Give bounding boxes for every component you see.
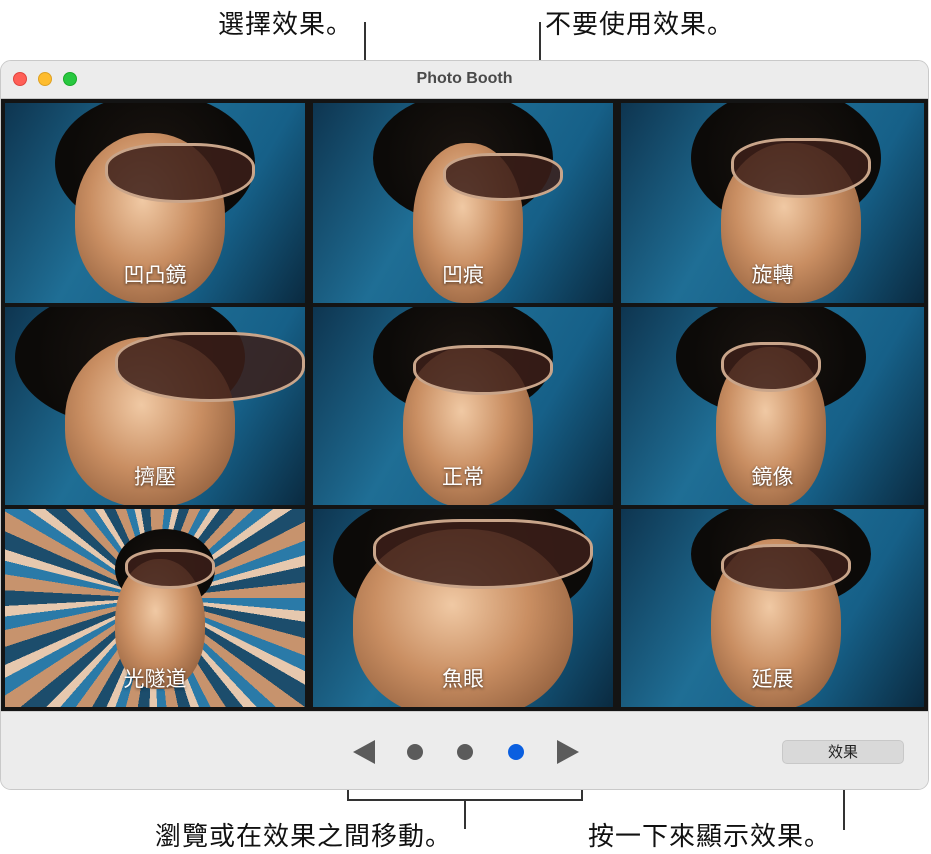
effect-label: 光隧道 (123, 667, 187, 691)
window-title: Photo Booth (416, 70, 513, 87)
callout-click-show: 按一下來顯示效果。 (588, 822, 832, 852)
callout-no-effect: 不要使用效果。 (545, 10, 735, 40)
effect-tile-bulge[interactable]: 凹凸鏡 (5, 103, 305, 303)
effect-tile-fisheye[interactable]: 魚眼 (313, 509, 613, 707)
effect-label: 旋轉 (751, 263, 794, 287)
effect-tile-normal[interactable]: 正常 (313, 307, 613, 505)
effect-tile-squeeze[interactable]: 擠壓 (5, 307, 305, 505)
effect-label: 延展 (751, 667, 794, 691)
effect-label: 擠壓 (134, 465, 176, 489)
effect-label: 凹凸鏡 (123, 263, 187, 287)
effect-tile-light-tunnel[interactable]: 光隧道 (5, 509, 305, 707)
effects-button[interactable]: 效果 (782, 740, 904, 764)
callout-browse: 瀏覽或在效果之間移動。 (155, 822, 453, 852)
effect-tile-dent[interactable]: 凹痕 (313, 103, 613, 303)
bottom-toolbar: 效果 (1, 711, 928, 789)
effect-label: 凹痕 (442, 263, 484, 287)
effect-label: 正常 (442, 465, 484, 489)
effect-label: 鏡像 (751, 465, 794, 489)
photo-booth-window: Photo Booth 凹凸鏡 凹痕 旋轉 擠壓 正常 鏡像 光隧道 魚眼 延展… (0, 60, 929, 790)
effect-tile-stretch[interactable]: 延展 (621, 509, 924, 707)
page-dot-3[interactable] (508, 744, 524, 760)
title-bar: Photo Booth (1, 61, 928, 99)
next-page-arrow-icon[interactable] (557, 740, 579, 764)
effect-tile-mirror[interactable]: 鏡像 (621, 307, 924, 505)
effects-grid: 凹凸鏡 凹痕 旋轉 擠壓 正常 鏡像 光隧道 魚眼 延展 (1, 99, 928, 711)
callout-select-effect: 選擇效果。 (218, 10, 354, 40)
effect-tile-twirl[interactable]: 旋轉 (621, 103, 924, 303)
page-dot-2[interactable] (457, 744, 473, 760)
callout-line-browse (464, 799, 466, 829)
effect-label: 魚眼 (442, 667, 484, 691)
previous-page-arrow-icon[interactable] (353, 740, 375, 764)
page-dot-1[interactable] (407, 744, 423, 760)
